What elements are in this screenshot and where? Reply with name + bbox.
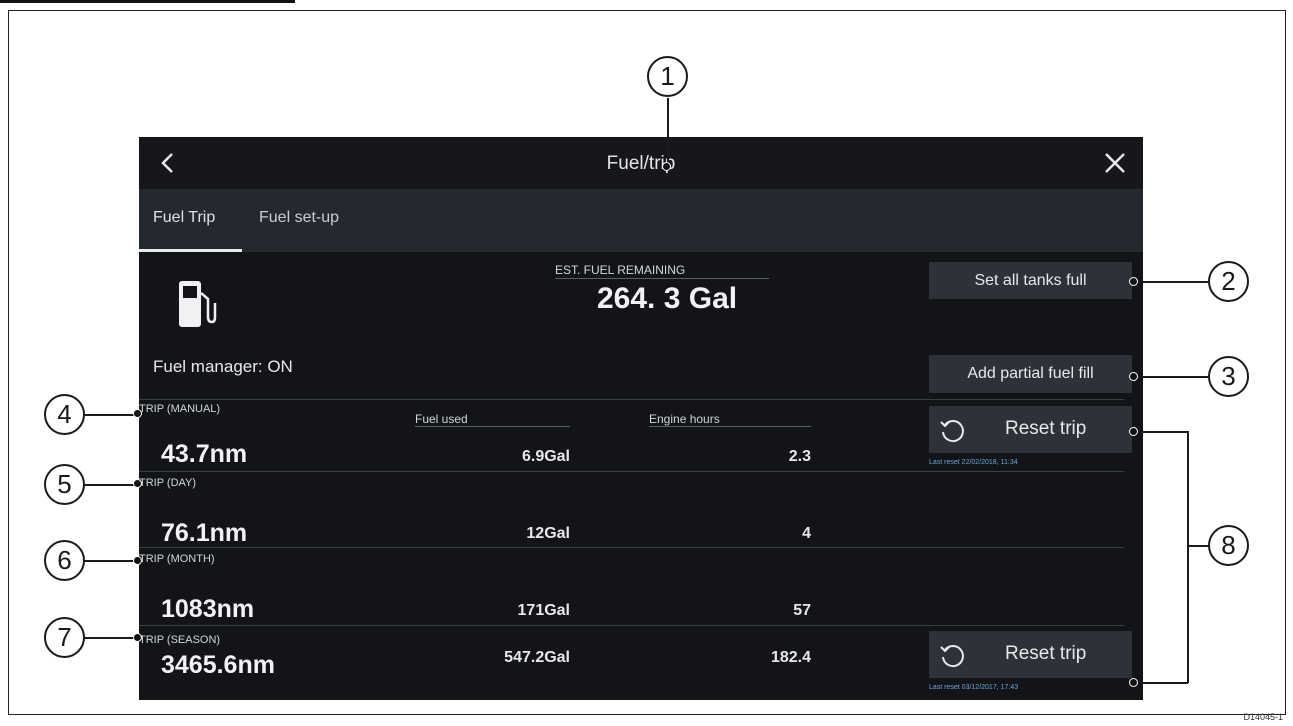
callout-dot-1 xyxy=(662,162,671,171)
reset-trip-label: Reset trip xyxy=(1005,643,1087,664)
title-bar: Fuel/trip xyxy=(139,137,1143,189)
callout-leader-7 xyxy=(84,637,138,639)
reset-trip-season-button[interactable]: Reset trip xyxy=(929,631,1132,678)
trip-season-fuel: 547.2Gal xyxy=(504,649,570,666)
est-fuel-remaining-value: 264. 3 Gal xyxy=(597,282,738,315)
close-button[interactable] xyxy=(1101,149,1129,177)
callout-1: 1 xyxy=(647,56,688,97)
fuel-manager-status: Fuel manager: ON xyxy=(153,357,293,376)
active-tab-indicator xyxy=(139,249,242,252)
callout-4: 4 xyxy=(44,394,85,435)
divider xyxy=(139,399,1124,400)
callout-leader-5 xyxy=(84,484,138,486)
trip-manual-fuel: 6.9Gal xyxy=(521,448,570,465)
callout-dot-8b xyxy=(1129,678,1138,687)
engine-hours-column-header: Engine hours xyxy=(649,412,811,427)
callout-leader-8 xyxy=(1187,545,1209,547)
tab-bar: Fuel Trip Fuel set-up xyxy=(139,189,1143,252)
page-top-rule xyxy=(0,0,295,3)
window-title: Fuel/trip xyxy=(606,153,676,174)
close-icon xyxy=(1105,153,1125,173)
callout-6: 6 xyxy=(44,540,85,581)
reset-icon xyxy=(940,645,964,668)
trip-season-hours: 182.4 xyxy=(770,649,811,666)
trip-manual-hours: 2.3 xyxy=(788,448,811,465)
callout-2: 2 xyxy=(1208,261,1249,302)
trip-month-fuel: 171Gal xyxy=(517,602,570,619)
callout-dot-7 xyxy=(133,633,142,642)
tab-fuel-setup[interactable]: Fuel set-up xyxy=(259,209,339,227)
figure-code: D14045-1 xyxy=(1243,712,1283,722)
divider xyxy=(139,625,1124,626)
trip-day-fuel: 12Gal xyxy=(526,525,570,542)
callout-3: 3 xyxy=(1208,356,1249,397)
reset-trip-manual-button[interactable]: Reset trip xyxy=(929,406,1132,453)
trip-month-distance: 1083nm xyxy=(161,595,255,623)
callout-dot-3 xyxy=(1129,372,1138,381)
fuel-pump-icon xyxy=(179,281,217,327)
callout-leader-2 xyxy=(1134,281,1208,283)
trip-day-label: TRIP (DAY) xyxy=(139,477,197,489)
callout-bracket-8 xyxy=(1187,431,1189,683)
fuel-used-column-header: Fuel used xyxy=(415,412,570,427)
fuel-trip-screen: Fuel/trip Fuel Trip Fuel set-up Fuel man… xyxy=(139,137,1143,700)
trip-day-distance: 76.1nm xyxy=(161,519,248,547)
trip-season-label: TRIP (SEASON) xyxy=(139,634,221,646)
reset-icon xyxy=(940,420,964,443)
callout-7: 7 xyxy=(44,617,85,658)
trip-month-label: TRIP (MONTH) xyxy=(139,553,215,565)
callout-leader-1 xyxy=(667,98,669,166)
callout-leader-3 xyxy=(1134,376,1208,378)
callout-dot-6 xyxy=(133,556,142,565)
divider xyxy=(139,471,1124,472)
trip-season-distance: 3465.6nm xyxy=(161,651,275,679)
trip-manual-label: TRIP (MANUAL) xyxy=(139,403,221,415)
callout-dot-4 xyxy=(133,409,142,418)
callout-8: 8 xyxy=(1208,525,1249,566)
est-fuel-remaining-label: EST. FUEL REMAINING xyxy=(555,263,769,279)
trip-month-hours: 57 xyxy=(793,602,811,619)
callout-dot-8a xyxy=(1129,427,1138,436)
last-reset-manual: Last reset 22/02/2018, 11:34 xyxy=(929,459,1018,466)
callout-dot-5 xyxy=(133,479,142,488)
callout-leader-8b xyxy=(1134,682,1188,684)
tab-fuel-trip[interactable]: Fuel Trip xyxy=(153,209,215,227)
callout-leader-6 xyxy=(84,560,138,562)
callout-leader-8a xyxy=(1134,431,1188,433)
trip-day-hours: 4 xyxy=(802,525,811,542)
set-all-tanks-full-button[interactable]: Set all tanks full xyxy=(929,262,1132,299)
trip-manual-distance: 43.7nm xyxy=(161,440,248,468)
divider xyxy=(139,547,1124,548)
reset-trip-label: Reset trip xyxy=(1005,418,1087,439)
last-reset-season: Last reset 03/12/2017, 17:43 xyxy=(929,684,1019,691)
callout-dot-2 xyxy=(1129,277,1138,286)
callout-leader-4 xyxy=(84,414,138,416)
add-partial-fuel-fill-button[interactable]: Add partial fuel fill xyxy=(929,355,1132,393)
callout-5: 5 xyxy=(44,464,85,505)
